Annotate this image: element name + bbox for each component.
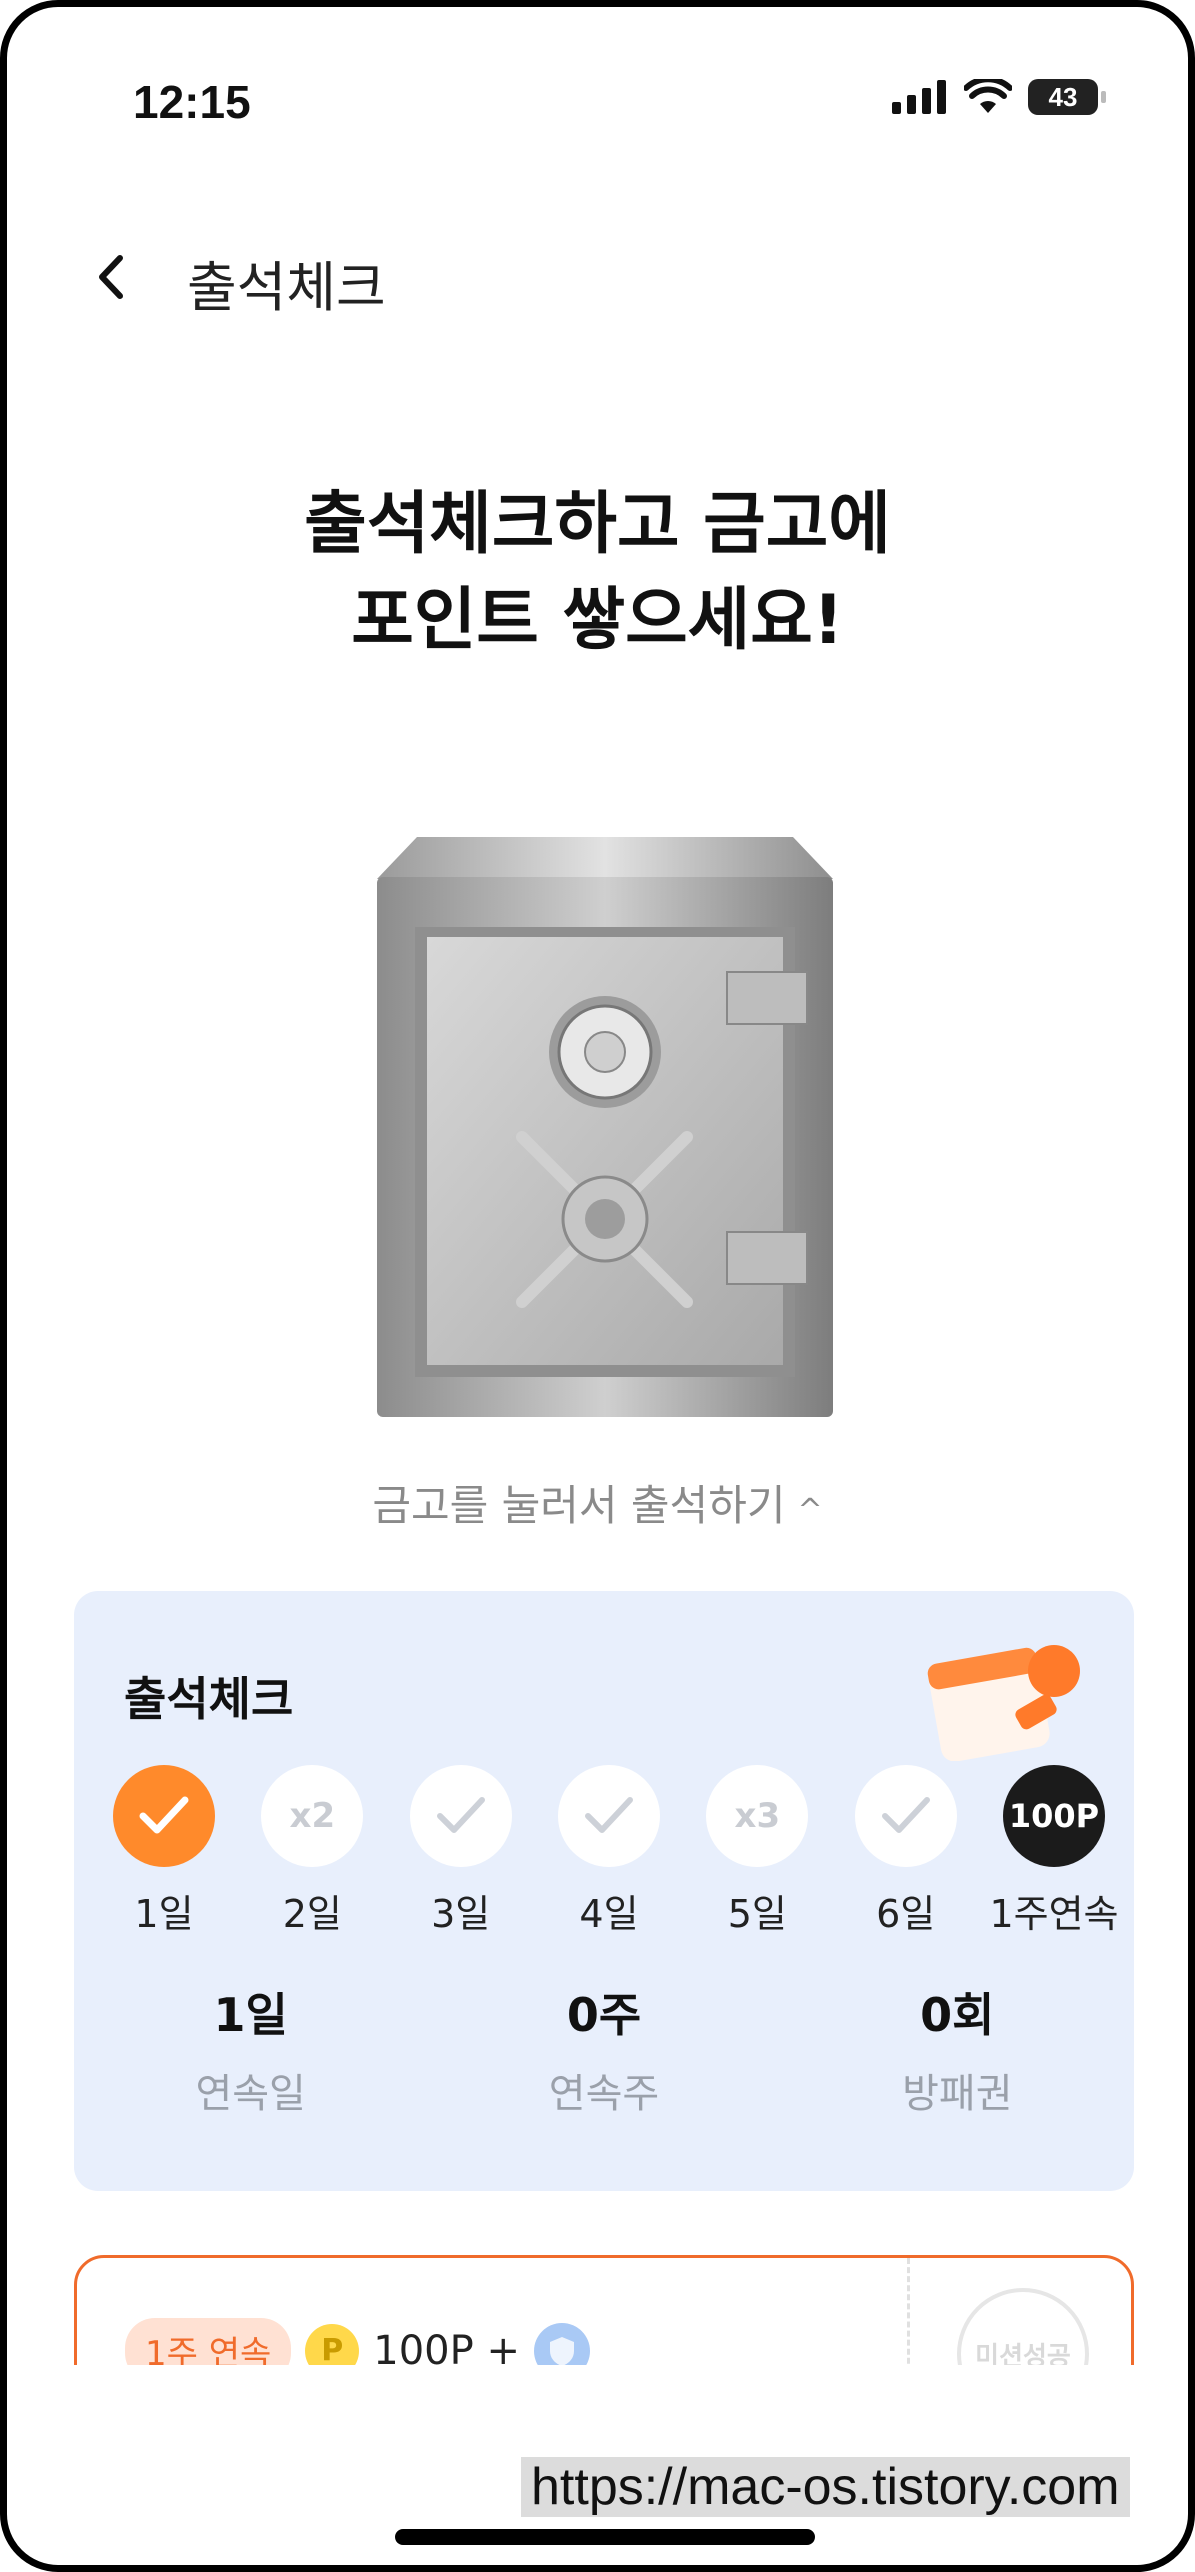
shield-icon <box>533 2322 590 2365</box>
mission-badge: 1주 연속 <box>125 2318 292 2365</box>
home-indicator <box>395 2529 815 2545</box>
mission-reward-row: 1주 연속 P 100P + <box>125 2318 590 2365</box>
mission-viewport: 1주 연속 P 100P + 미션성공 <box>7 7 1188 2365</box>
phone-frame: 12:15 43 출석체크 출석체크하고 금고에 포인트 쌓으세요! 금고를 눌… <box>0 0 1195 2572</box>
point-coin-icon: P <box>305 2323 360 2365</box>
ticket-divider <box>907 2258 910 2365</box>
watermark: https://mac-os.tistory.com <box>521 2457 1130 2517</box>
weekly-mission-card[interactable]: 1주 연속 P 100P + 미션성공 <box>74 2255 1134 2365</box>
mission-reward-text: 100P + <box>373 2327 520 2366</box>
mission-success-stamp: 미션성공 <box>957 2288 1089 2365</box>
